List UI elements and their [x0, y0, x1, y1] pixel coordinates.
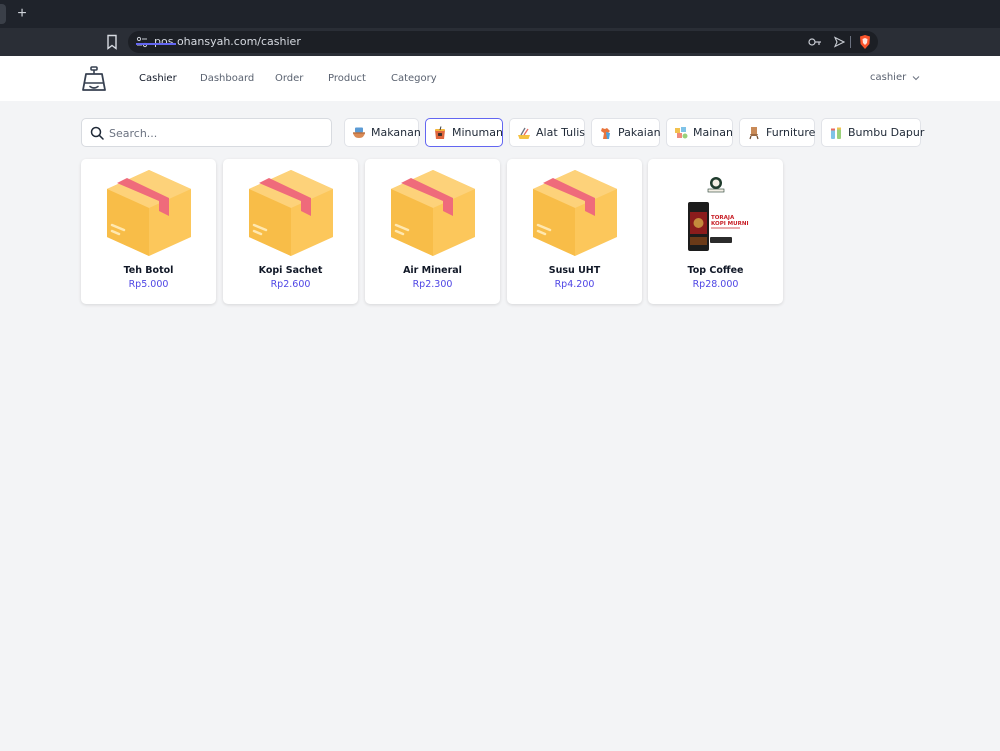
product-name: Air Mineral — [403, 265, 462, 276]
category-chip-label: Bumbu Dapur — [848, 126, 925, 139]
new-tab-button[interactable]: + — [14, 4, 30, 24]
product-card-kopi-sachet[interactable]: Kopi Sachet Rp2.600 — [223, 159, 358, 304]
cash-register-logo-icon[interactable] — [80, 65, 108, 93]
category-chip-label: Minuman — [452, 126, 503, 139]
divider — [850, 36, 851, 48]
category-chip-label: Alat Tulis — [536, 126, 585, 139]
share-icon[interactable] — [833, 36, 845, 48]
drink-icon — [435, 125, 445, 139]
user-menu[interactable]: cashier — [870, 72, 920, 83]
category-chip-label: Makanan — [371, 126, 421, 139]
nav-dashboard[interactable]: Dashboard — [200, 72, 254, 85]
app-header: Cashier Dashboard Order Product Category… — [0, 56, 1000, 101]
coffee-pack-image: TORAJA KOPI MURNI — [688, 177, 749, 251]
address-bar[interactable]: pos.ohansyah.com/cashier — [128, 31, 878, 53]
product-price: Rp2.600 — [270, 279, 311, 290]
product-price: Rp28.000 — [692, 279, 739, 290]
category-chip-mainan[interactable]: Mainan — [666, 118, 733, 147]
category-chip-label: Furniture — [766, 126, 816, 139]
toys-icon — [675, 126, 688, 138]
category-chip-pakaian[interactable]: Pakaian — [591, 118, 661, 147]
search-icon — [90, 126, 104, 140]
browser-tab[interactable] — [0, 4, 6, 24]
site-info-icon[interactable] — [136, 36, 148, 48]
product-price: Rp5.000 — [128, 279, 169, 290]
bookmark-icon[interactable] — [105, 34, 119, 50]
active-nav-indicator — [136, 43, 176, 45]
stationery-icon — [518, 127, 530, 139]
search-box[interactable] — [81, 118, 332, 147]
product-card-susu-uht[interactable]: Susu UHT Rp4.200 — [507, 159, 642, 304]
browser-toolbar: pos.ohansyah.com/cashier — [0, 28, 1000, 56]
category-chip-bumbu-dapur[interactable]: Bumbu Dapur — [821, 118, 925, 147]
category-chip-label: Pakaian — [618, 126, 661, 139]
category-chip-makanan[interactable]: Makanan — [344, 118, 421, 147]
product-card-top-coffee[interactable]: TORAJA KOPI MURNI Top Coffee Rp28.000 — [648, 159, 783, 304]
nav-category[interactable]: Category — [391, 72, 437, 85]
category-chip-label: Mainan — [693, 126, 733, 139]
clothes-icon — [601, 127, 610, 139]
product-price: Rp2.300 — [412, 279, 453, 290]
browser-tabbar: + — [0, 0, 1000, 28]
product-price: Rp4.200 — [554, 279, 595, 290]
product-card-air-mineral[interactable]: Air Mineral Rp2.300 — [365, 159, 500, 304]
spice-icon — [831, 127, 841, 139]
product-card-teh-botol[interactable]: Teh Botol Rp5.000 — [81, 159, 216, 304]
coffee-pack-text: KOPI MURNI — [711, 221, 749, 227]
nav-order[interactable]: Order — [275, 72, 303, 85]
product-name: Teh Botol — [123, 265, 174, 276]
key-icon[interactable] — [808, 36, 822, 48]
product-name: Top Coffee — [687, 265, 744, 276]
search-input[interactable] — [109, 123, 324, 143]
furniture-icon — [749, 126, 759, 139]
brave-shield-icon[interactable] — [858, 34, 872, 50]
box-icon — [533, 170, 617, 256]
product-name: Kopi Sachet — [258, 265, 323, 276]
chevron-down-icon — [912, 75, 920, 80]
product-name: Susu UHT — [548, 265, 601, 276]
nav-product[interactable]: Product — [328, 72, 366, 85]
box-icon — [249, 170, 333, 256]
box-icon — [391, 170, 475, 256]
nav-cashier[interactable]: Cashier — [139, 72, 177, 85]
user-name: cashier — [870, 72, 907, 83]
bowl-food-icon — [353, 127, 365, 138]
category-chip-minuman[interactable]: Minuman — [425, 118, 503, 147]
category-chip-alat-tulis[interactable]: Alat Tulis — [509, 118, 585, 147]
category-chip-furniture[interactable]: Furniture — [739, 118, 815, 147]
box-icon — [107, 170, 191, 256]
url-text[interactable]: pos.ohansyah.com/cashier — [154, 34, 301, 50]
